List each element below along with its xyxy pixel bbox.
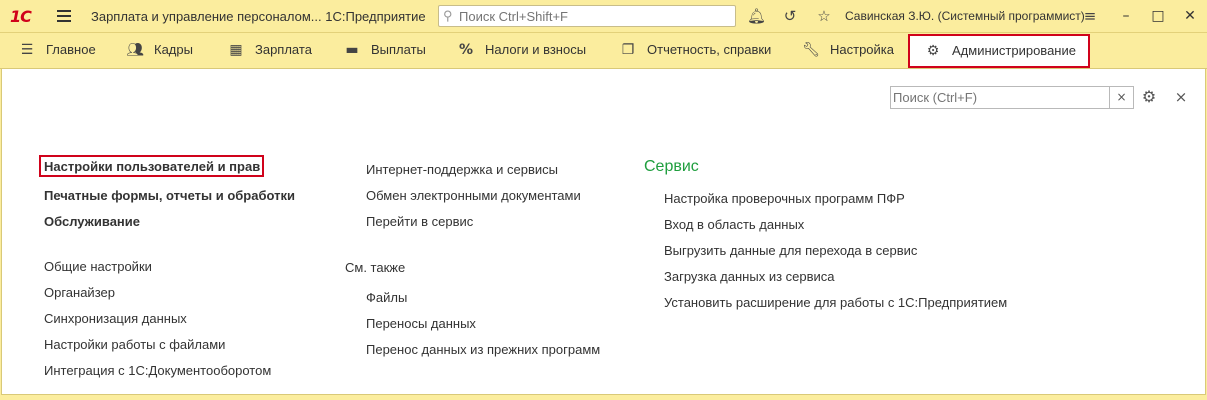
link-internet-support[interactable]: Интернет-поддержка и сервисы — [366, 162, 558, 177]
link-files-settings[interactable]: Настройки работы с файлами — [44, 337, 225, 352]
section-payments-label: Выплаты — [371, 42, 426, 57]
wrench-icon: 🔧︎ — [802, 42, 820, 58]
section-taxes-label: Налоги и взносы — [485, 42, 587, 57]
calculator-icon: ▦ — [229, 42, 243, 58]
link-maintenance[interactable]: Обслуживание — [44, 214, 140, 229]
app-logo[interactable]: 1С — [10, 7, 32, 26]
link-files[interactable]: Файлы — [366, 290, 407, 305]
documents-icon: ❐ — [621, 42, 635, 58]
percent-icon: % — [458, 42, 474, 58]
link-organizer[interactable]: Органайзер — [44, 285, 115, 300]
link-transfer-from-old[interactable]: Перенос данных из прежних программ — [366, 342, 600, 357]
people-icon: 👥︎ — [126, 42, 144, 58]
section-payments[interactable]: ▬ Выплаты — [343, 33, 426, 68]
global-search[interactable]: ⚲ — [438, 5, 736, 27]
section-administration-label: Администрирование — [952, 43, 1076, 58]
section-taxes[interactable]: % Налоги и взносы — [457, 33, 586, 68]
wallet-icon: ▬ — [345, 42, 359, 58]
link-go-to-service[interactable]: Перейти в сервис — [366, 214, 473, 229]
history-icon[interactable]: ↺ — [781, 7, 799, 25]
section-main[interactable]: ☰ Главное — [18, 33, 96, 68]
link-print-forms[interactable]: Печатные формы, отчеты и обработки — [44, 188, 295, 203]
link-import-from-service[interactable]: Загрузка данных из сервиса — [664, 269, 835, 284]
section-administration[interactable]: ⚙ Администрирование — [908, 34, 1090, 68]
bell-icon[interactable]: 🔔︎ — [747, 7, 766, 25]
link-docflow-integration[interactable]: Интеграция с 1С:Документооборотом — [44, 363, 271, 378]
section-settings[interactable]: 🔧︎ Настройка — [802, 33, 894, 68]
menu-icon: ☰ — [20, 42, 34, 58]
star-icon[interactable]: ☆ — [815, 7, 833, 25]
section-reports[interactable]: ❐ Отчетность, справки — [619, 33, 772, 68]
service-heading: Сервис — [644, 158, 699, 175]
link-edi[interactable]: Обмен электронными документами — [366, 188, 581, 203]
current-user[interactable]: Савинская З.Ю. (Системный программист) — [845, 9, 1085, 23]
close-window-button[interactable]: ✕ — [1181, 7, 1199, 25]
gear-icon: ⚙ — [926, 43, 940, 59]
main-menu-icon[interactable] — [57, 10, 71, 22]
link-users-rights[interactable]: Настройки пользователей и прав — [39, 155, 265, 177]
sections-bar: ☰ Главное 👥︎ Кадры ▦ Зарплата ▬ Выплаты % Нал… — [0, 33, 1207, 69]
link-pfr-check-programs[interactable]: Настройка проверочных программ ПФР — [664, 191, 905, 206]
section-main-label: Главное — [46, 42, 96, 57]
clear-search-icon[interactable]: × — [1109, 87, 1133, 108]
close-panel-icon[interactable]: × — [1171, 87, 1191, 107]
maximize-button[interactable]: □ — [1149, 7, 1167, 25]
link-export-to-service[interactable]: Выгрузить данные для перехода в сервис — [664, 243, 917, 258]
title-bar: 1С Зарплата и управление персоналом... 1… — [0, 0, 1207, 33]
section-hr[interactable]: 👥︎ Кадры — [126, 33, 193, 68]
search-icon: ⚲ — [443, 8, 453, 23]
link-general-settings[interactable]: Общие настройки — [44, 259, 152, 274]
section-settings-label: Настройка — [830, 42, 894, 57]
panel-settings-icon[interactable]: ⚙ — [1139, 87, 1159, 107]
link-data-sync[interactable]: Синхронизация данных — [44, 311, 187, 326]
link-data-transfers[interactable]: Переносы данных — [366, 316, 476, 331]
window-title: Зарплата и управление персоналом... 1С:П… — [91, 9, 426, 24]
section-reports-label: Отчетность, справки — [647, 42, 772, 57]
global-search-input[interactable] — [459, 8, 729, 24]
panel-search-input[interactable] — [893, 89, 1107, 106]
menu-lines-icon[interactable]: ≡ — [1081, 7, 1099, 25]
admin-panel: × ⚙ × Настройки пользователей и прав Печ… — [1, 69, 1206, 395]
panel-search[interactable]: × — [890, 86, 1134, 109]
minimize-button[interactable]: – — [1117, 7, 1135, 25]
see-also-heading: См. также — [345, 260, 406, 275]
section-salary[interactable]: ▦ Зарплата — [227, 33, 312, 68]
section-hr-label: Кадры — [154, 42, 193, 57]
section-salary-label: Зарплата — [255, 42, 312, 57]
link-data-area-login[interactable]: Вход в область данных — [664, 217, 804, 232]
link-install-extension[interactable]: Установить расширение для работы с 1С:Пр… — [664, 295, 1007, 310]
